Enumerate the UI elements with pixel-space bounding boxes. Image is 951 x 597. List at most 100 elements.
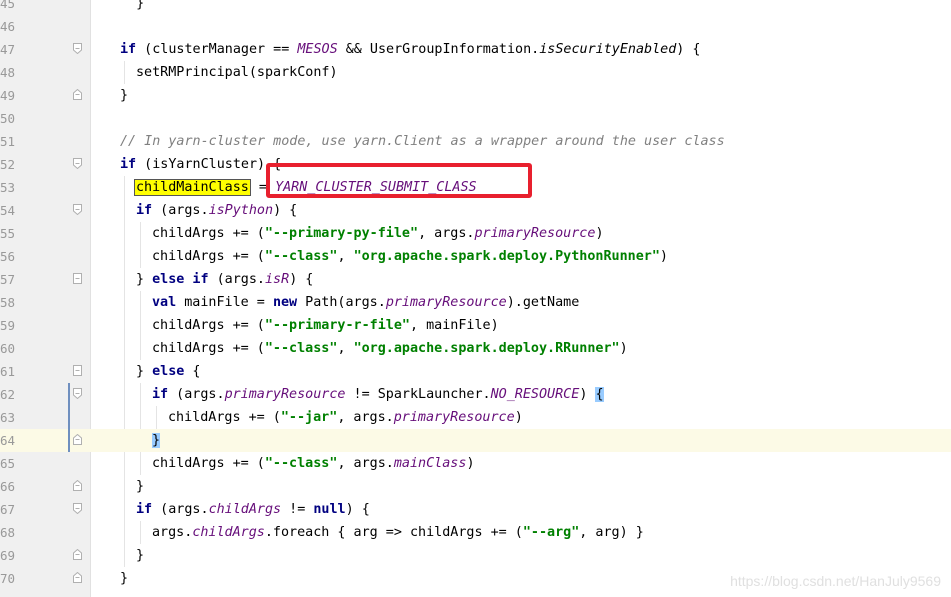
code-token: "--class" — [264, 456, 338, 471]
code-line[interactable]: 66} — [0, 475, 951, 498]
code-token: mainFile = — [176, 295, 273, 310]
fold-toggle-icon[interactable] — [73, 572, 82, 583]
code-token: "--primary-py-file" — [264, 226, 419, 241]
code-token: args. — [152, 525, 193, 540]
fold-toggle-icon[interactable] — [73, 89, 82, 100]
code-token: .foreach { arg => childArgs += ( — [264, 525, 523, 540]
code-line[interactable]: 62 if (args.primaryResource != SparkLaunc… — [0, 383, 951, 406]
code-token: ).getName — [506, 295, 580, 310]
code-token: { — [184, 364, 201, 379]
code-token: } — [136, 548, 145, 563]
code-token: childArgs += ( — [152, 249, 265, 264]
line-number: 68 — [0, 525, 16, 540]
code-token: childArgs += ( — [152, 226, 265, 241]
line-number: 70 — [0, 571, 16, 586]
code-line[interactable]: 68 args.childArgs.foreach { arg => childA… — [0, 521, 951, 544]
code-token: else — [152, 364, 185, 379]
fold-toggle-icon[interactable] — [73, 549, 82, 560]
code-text: } — [120, 84, 128, 107]
code-token: isPython — [208, 203, 274, 218]
code-line[interactable]: 63 childArgs += ("--jar", args.primaryRes… — [0, 406, 951, 429]
fold-toggle-icon[interactable] — [73, 365, 82, 376]
code-line[interactable]: 59 childArgs += ("--primary-r-file", main… — [0, 314, 951, 337]
code-line[interactable]: 60 childArgs += ("--class", "org.apache.s… — [0, 337, 951, 360]
code-line[interactable]: 49} — [0, 84, 951, 107]
code-line[interactable]: 57} else if (args.isR) { — [0, 268, 951, 291]
code-token: primaryResource — [474, 226, 596, 241]
matched-brace: } — [152, 433, 161, 448]
code-token: (args. — [208, 272, 265, 287]
code-editor[interactable]: 45 } 46 47 if (clusterManager == MESOS && U… — [0, 0, 951, 597]
line-number: 51 — [0, 134, 16, 149]
code-token: "--class" — [264, 249, 338, 264]
code-line[interactable]: 47 if (clusterManager == MESOS && UserGro… — [0, 38, 951, 61]
watermark: https://blog.csdn.net/HanJuly9569 — [730, 573, 941, 589]
line-number: 61 — [0, 364, 16, 379]
code-token: (args. — [152, 203, 209, 218]
code-line[interactable]: 56 childArgs += ("--class", "org.apache.s… — [0, 245, 951, 268]
code-line[interactable]: 54 if (args.isPython) { — [0, 199, 951, 222]
code-token: mainClass — [393, 456, 467, 471]
code-text: if (clusterManager == MESOS && UserGroup… — [120, 38, 700, 61]
code-token: "--class" — [264, 341, 338, 356]
code-token: ) { — [289, 272, 314, 287]
code-text: } — [136, 475, 144, 498]
code-text: childArgs += ("--class", "org.apache.spa… — [152, 337, 628, 360]
code-line[interactable]: 61 } else { — [0, 360, 951, 383]
code-line[interactable]: 55 childArgs += ("--primary-py-file", arg… — [0, 222, 951, 245]
code-line[interactable]: 64} — [0, 429, 951, 452]
line-number: 66 — [0, 479, 16, 494]
annotation-highlight-box — [266, 163, 532, 198]
code-token: } — [136, 479, 145, 494]
code-token: childArgs — [208, 502, 282, 517]
line-number: 65 — [0, 456, 16, 471]
code-text: if (args.childArgs != null) { — [136, 498, 370, 521]
line-number: 59 — [0, 318, 16, 333]
vcs-change-marker[interactable] — [68, 406, 70, 429]
code-token: new — [272, 295, 298, 310]
code-text: } else { — [136, 360, 201, 383]
line-number: 52 — [0, 157, 16, 172]
code-line[interactable]: 50 — [0, 107, 951, 130]
code-token: childArgs += ( — [152, 456, 265, 471]
code-line[interactable]: 48 setRMPrincipal(sparkConf) — [0, 61, 951, 84]
fold-toggle-icon[interactable] — [73, 434, 82, 445]
code-token: "--primary-r-file" — [264, 318, 410, 333]
code-token: childArgs += ( — [152, 341, 265, 356]
line-number: 63 — [0, 410, 16, 425]
code-text: childArgs += ("--jar", args.primaryResou… — [168, 406, 523, 429]
code-token: (args. — [168, 387, 225, 402]
code-line[interactable]: 58 val mainFile = new Path(args.primaryRe… — [0, 291, 951, 314]
code-token: (clusterManager == — [136, 42, 298, 57]
code-token: && UserGroupInformation. — [337, 42, 540, 57]
code-token: (args. — [152, 502, 209, 517]
code-text: childArgs += ("--class", args.mainClass) — [152, 452, 475, 475]
fold-toggle-icon[interactable] — [73, 158, 82, 169]
code-text: // In yarn-cluster mode, use yarn.Client… — [120, 130, 725, 153]
code-token: if — [120, 157, 137, 172]
vcs-change-marker[interactable] — [68, 429, 70, 452]
code-line[interactable]: 67 if (args.childArgs != null) { — [0, 498, 951, 521]
code-token: , mainFile) — [410, 318, 499, 333]
code-line[interactable]: 69} — [0, 544, 951, 567]
fold-toggle-icon[interactable] — [73, 503, 82, 514]
code-token: childArgs += ( — [152, 318, 265, 333]
code-line[interactable]: 45 } — [0, 0, 951, 15]
vcs-change-marker[interactable] — [68, 383, 70, 406]
code-text: if (args.primaryResource != SparkLaunche… — [152, 383, 604, 406]
code-token: != SparkLauncher. — [345, 387, 491, 402]
code-token: Path(args. — [297, 295, 386, 310]
code-token: childArgs += ( — [168, 410, 281, 425]
fold-toggle-icon[interactable] — [73, 273, 82, 284]
code-token: "org.apache.spark.deploy.PythonRunner" — [353, 249, 660, 264]
fold-toggle-icon[interactable] — [73, 204, 82, 215]
fold-toggle-icon[interactable] — [73, 480, 82, 491]
code-line[interactable]: 46 — [0, 15, 951, 38]
fold-toggle-icon[interactable] — [73, 43, 82, 54]
line-number: 64 — [0, 433, 16, 448]
line-number: 53 — [0, 180, 16, 195]
code-token: NO_RESOURCE — [490, 387, 580, 402]
fold-toggle-icon[interactable] — [73, 388, 82, 399]
code-line[interactable]: 65 childArgs += ("--class", args.mainClas… — [0, 452, 951, 475]
code-line[interactable]: 51 // In yarn-cluster mode, use yarn.Clie… — [0, 130, 951, 153]
